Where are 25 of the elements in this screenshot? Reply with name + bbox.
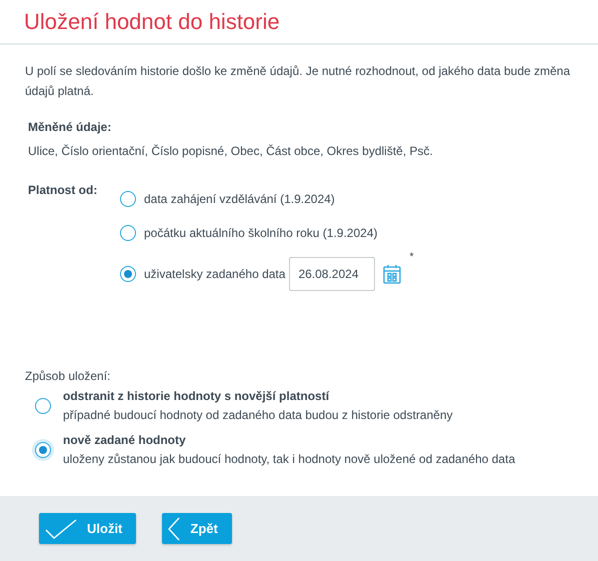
dialog-title: Uložení hodnot do historie: [24, 9, 281, 35]
required-mark: *: [409, 251, 414, 263]
option-label: uživatelsky zadaného data: [144, 267, 286, 281]
changed-fields-text: Ulice, Číslo orientační, Číslo popisné, Obec, Část obce, Okres bydliště, Psč.: [28, 143, 434, 160]
back-button[interactable]: Zpět: [162, 513, 232, 544]
radio-button[interactable]: [35, 442, 51, 458]
option-title: odstranit z historie hodnoty s novější platností: [63, 388, 330, 405]
check-icon: [45, 518, 77, 538]
validity-label: Platnost od:: [28, 182, 98, 199]
option-label: počátku aktuálního školního roku (1.9.2024): [144, 226, 378, 240]
radio-button[interactable]: [35, 398, 51, 414]
calendar-icon[interactable]: [383, 264, 402, 284]
changed-label: Měněné údaje:: [28, 119, 112, 136]
radio-button[interactable]: [120, 266, 136, 282]
option-description: případné budoucí hodnoty od zadaného data budou z historie odstraněny: [63, 407, 453, 424]
option-description: uloženy zůstanou jak budoucí hodnoty, tak i hodnoty nově uložené od zadaného data: [63, 451, 516, 468]
intro-text: U polí se sledováním historie došlo ke změně údajů. Je nutné rozhodnout, od jakého data bude změna údajů platná.: [25, 63, 572, 100]
chevron-left-icon: [168, 516, 180, 540]
save-mode-label: Způsob uložení:: [25, 368, 112, 385]
date-field[interactable]: 26.08.2024: [289, 257, 376, 291]
save-button[interactable]: Uložit: [39, 513, 136, 544]
option-title: nově zadané hodnoty: [63, 432, 187, 449]
radio-button[interactable]: [120, 225, 136, 241]
option-label: data zahájení vzdělávání (1.9.2024): [144, 192, 335, 206]
radio-button[interactable]: [120, 191, 136, 207]
